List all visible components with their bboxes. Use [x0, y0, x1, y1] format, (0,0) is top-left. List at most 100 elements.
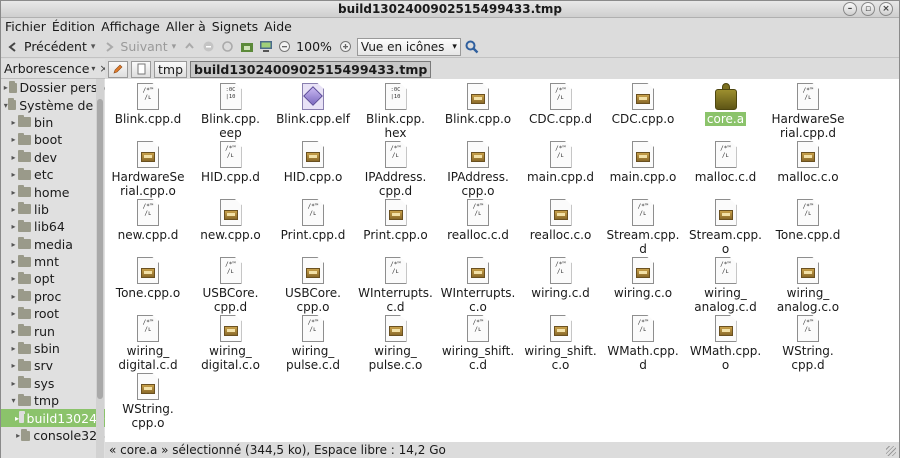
- file-item[interactable]: /*™/ʟ USBCore. cpp.d: [190, 257, 272, 314]
- file-item[interactable]: wiring_shift. c.o: [520, 315, 602, 372]
- file-item[interactable]: /*™/ʟ HardwareSe rial.cpp.d: [767, 83, 849, 140]
- collapsed-arrow-icon[interactable]: ▸: [9, 361, 18, 370]
- file-item[interactable]: /*™/ʟ wiring_ digital.c.d: [107, 315, 189, 372]
- file-item[interactable]: WInterrupts. c.o: [437, 257, 519, 314]
- menu-aller-a[interactable]: Aller à: [166, 18, 206, 36]
- file-item[interactable]: wiring_ pulse.c.o: [355, 315, 437, 372]
- file-item[interactable]: IPAddress. cpp.o: [437, 141, 519, 198]
- file-item[interactable]: Print.cpp.o: [355, 199, 437, 242]
- file-item[interactable]: malloc.c.o: [767, 141, 849, 184]
- file-item[interactable]: realloc.c.o: [520, 199, 602, 242]
- collapsed-arrow-icon[interactable]: ▸: [9, 292, 18, 301]
- back-button[interactable]: Précédent ▾: [5, 39, 95, 54]
- file-item[interactable]: wiring_ analog.c.o: [767, 257, 849, 314]
- sidebar-item-dev[interactable]: ▸ dev: [1, 149, 105, 166]
- up-icon[interactable]: [182, 39, 197, 54]
- file-item[interactable]: /*™/ʟ malloc.c.d: [685, 141, 767, 184]
- collapsed-arrow-icon[interactable]: ▸: [9, 153, 18, 162]
- file-item[interactable]: core.a: [685, 83, 767, 126]
- file-item[interactable]: /*™/ʟ Blink.cpp.d: [107, 83, 189, 126]
- collapsed-arrow-icon[interactable]: ▸: [9, 135, 18, 144]
- file-item[interactable]: /*™/ʟ Tone.cpp.d: [767, 199, 849, 242]
- zoom-out-icon[interactable]: [277, 39, 292, 54]
- sidebar-item-srv[interactable]: ▸ srv: [1, 357, 105, 374]
- reload-icon[interactable]: [220, 39, 235, 54]
- forward-dropdown-icon[interactable]: ▾: [172, 42, 177, 52]
- collapsed-arrow-icon[interactable]: ▸: [9, 274, 18, 283]
- sidebar-item-boot[interactable]: ▸ boot: [1, 131, 105, 148]
- file-item[interactable]: USBCore. cpp.o: [272, 257, 354, 314]
- collapsed-arrow-icon[interactable]: ▸: [9, 118, 18, 127]
- sidebar-scrollbar[interactable]: [96, 79, 104, 458]
- sidebar-item-run[interactable]: ▸ run: [1, 322, 105, 339]
- scrollbar-thumb[interactable]: [97, 99, 103, 399]
- file-item[interactable]: HardwareSe rial.cpp.o: [107, 141, 189, 198]
- file-item[interactable]: /*™/ʟ wiring_shift. c.d: [437, 315, 519, 372]
- minimize-button[interactable]: –: [843, 2, 857, 16]
- file-item[interactable]: WString. cpp.o: [107, 373, 189, 430]
- sidebar-item-dossier-perso[interactable]: ▸ Dossier perso: [1, 79, 105, 96]
- menu-aide[interactable]: Aide: [264, 18, 292, 36]
- sidebar-header[interactable]: Arborescence ▾ ×: [1, 59, 105, 79]
- collapsed-arrow-icon[interactable]: ▸: [9, 240, 18, 249]
- collapsed-arrow-icon[interactable]: ▸: [9, 257, 18, 266]
- file-icon-view[interactable]: /*™/ʟ Blink.cpp.d:0C |10 Blink.cpp. eep Blink…: [105, 79, 899, 442]
- file-item[interactable]: /*™/ʟ CDC.cpp.d: [520, 83, 602, 126]
- collapsed-arrow-icon[interactable]: ▸: [9, 309, 18, 318]
- edit-location-button[interactable]: [108, 60, 128, 78]
- sidebar-item-sbin[interactable]: ▸ sbin: [1, 340, 105, 357]
- sidebar-item-etc[interactable]: ▸ etc: [1, 166, 105, 183]
- collapsed-arrow-icon[interactable]: ▸: [9, 170, 18, 179]
- file-item[interactable]: Tone.cpp.o: [107, 257, 189, 300]
- file-item[interactable]: /*™/ʟ new.cpp.d: [107, 199, 189, 242]
- crumb-current[interactable]: build1302400902515499433.tmp: [190, 60, 432, 78]
- file-item[interactable]: CDC.cpp.o: [602, 83, 684, 126]
- path-nav-left-button[interactable]: [131, 60, 151, 78]
- sidebar-item-root[interactable]: ▸ root: [1, 305, 105, 322]
- file-item[interactable]: /*™/ʟ wiring_ analog.c.d: [685, 257, 767, 314]
- maximize-button[interactable]: ▫: [861, 2, 875, 16]
- collapsed-arrow-icon[interactable]: ▸: [9, 205, 18, 214]
- menu-edition[interactable]: Édition: [52, 18, 95, 36]
- crumb-tmp[interactable]: tmp: [154, 60, 188, 78]
- file-item[interactable]: /*™/ʟ realloc.c.d: [437, 199, 519, 242]
- sidebar-item-media[interactable]: ▸ media: [1, 236, 105, 253]
- file-item[interactable]: new.cpp.o: [190, 199, 272, 242]
- collapsed-arrow-icon[interactable]: ▸: [3, 83, 9, 92]
- file-item[interactable]: /*™/ʟ WMath.cpp. d: [602, 315, 684, 372]
- menu-fichier[interactable]: Fichier: [5, 18, 46, 36]
- title-bar[interactable]: build1302400902515499433.tmp – ▫ ×: [1, 1, 899, 18]
- zoom-in-icon[interactable]: [338, 39, 353, 54]
- computer-icon[interactable]: [258, 39, 273, 54]
- file-item[interactable]: /*™/ʟ wiring.c.d: [520, 257, 602, 300]
- file-item[interactable]: /*™/ʟ Stream.cpp. d: [602, 199, 684, 256]
- file-item[interactable]: wiring.c.o: [602, 257, 684, 300]
- menu-affichage[interactable]: Affichage: [101, 18, 160, 36]
- file-item[interactable]: WMath.cpp. o: [685, 315, 767, 372]
- collapsed-arrow-icon[interactable]: ▸: [9, 188, 18, 197]
- resize-grip[interactable]: [886, 446, 896, 456]
- file-item[interactable]: /*™/ʟ HID.cpp.d: [190, 141, 272, 184]
- collapsed-arrow-icon[interactable]: ▸: [9, 344, 18, 353]
- home-icon[interactable]: [239, 39, 254, 54]
- view-mode-select[interactable]: Vue en icônes ▾: [356, 37, 461, 56]
- sidebar-item-proc[interactable]: ▸ proc: [1, 288, 105, 305]
- file-item[interactable]: Blink.cpp.elf: [272, 83, 354, 126]
- file-item[interactable]: /*™/ʟ WInterrupts. c.d: [355, 257, 437, 314]
- sidebar-item-home[interactable]: ▸ home: [1, 183, 105, 200]
- file-item[interactable]: :0C |10 Blink.cpp. eep: [190, 83, 272, 140]
- sidebar-item-lib[interactable]: ▸ lib: [1, 201, 105, 218]
- file-item[interactable]: main.cpp.o: [602, 141, 684, 184]
- sidebar-item-syst-me-de-fi[interactable]: ▾ Système de fi: [1, 96, 105, 113]
- sidebar-item-console326[interactable]: ▸ console326: [1, 427, 105, 444]
- file-item[interactable]: Blink.cpp.o: [437, 83, 519, 126]
- stop-icon[interactable]: [201, 39, 216, 54]
- forward-button[interactable]: Suivant ▾: [101, 39, 176, 54]
- back-dropdown-icon[interactable]: ▾: [91, 42, 96, 52]
- sidebar-item-mnt[interactable]: ▸ mnt: [1, 253, 105, 270]
- sidebar-item-sys[interactable]: ▸ sys: [1, 375, 105, 392]
- close-button[interactable]: ×: [879, 2, 893, 16]
- sidebar-item-opt[interactable]: ▸ opt: [1, 270, 105, 287]
- menu-signets[interactable]: Signets: [212, 18, 258, 36]
- file-item[interactable]: /*™/ʟ main.cpp.d: [520, 141, 602, 184]
